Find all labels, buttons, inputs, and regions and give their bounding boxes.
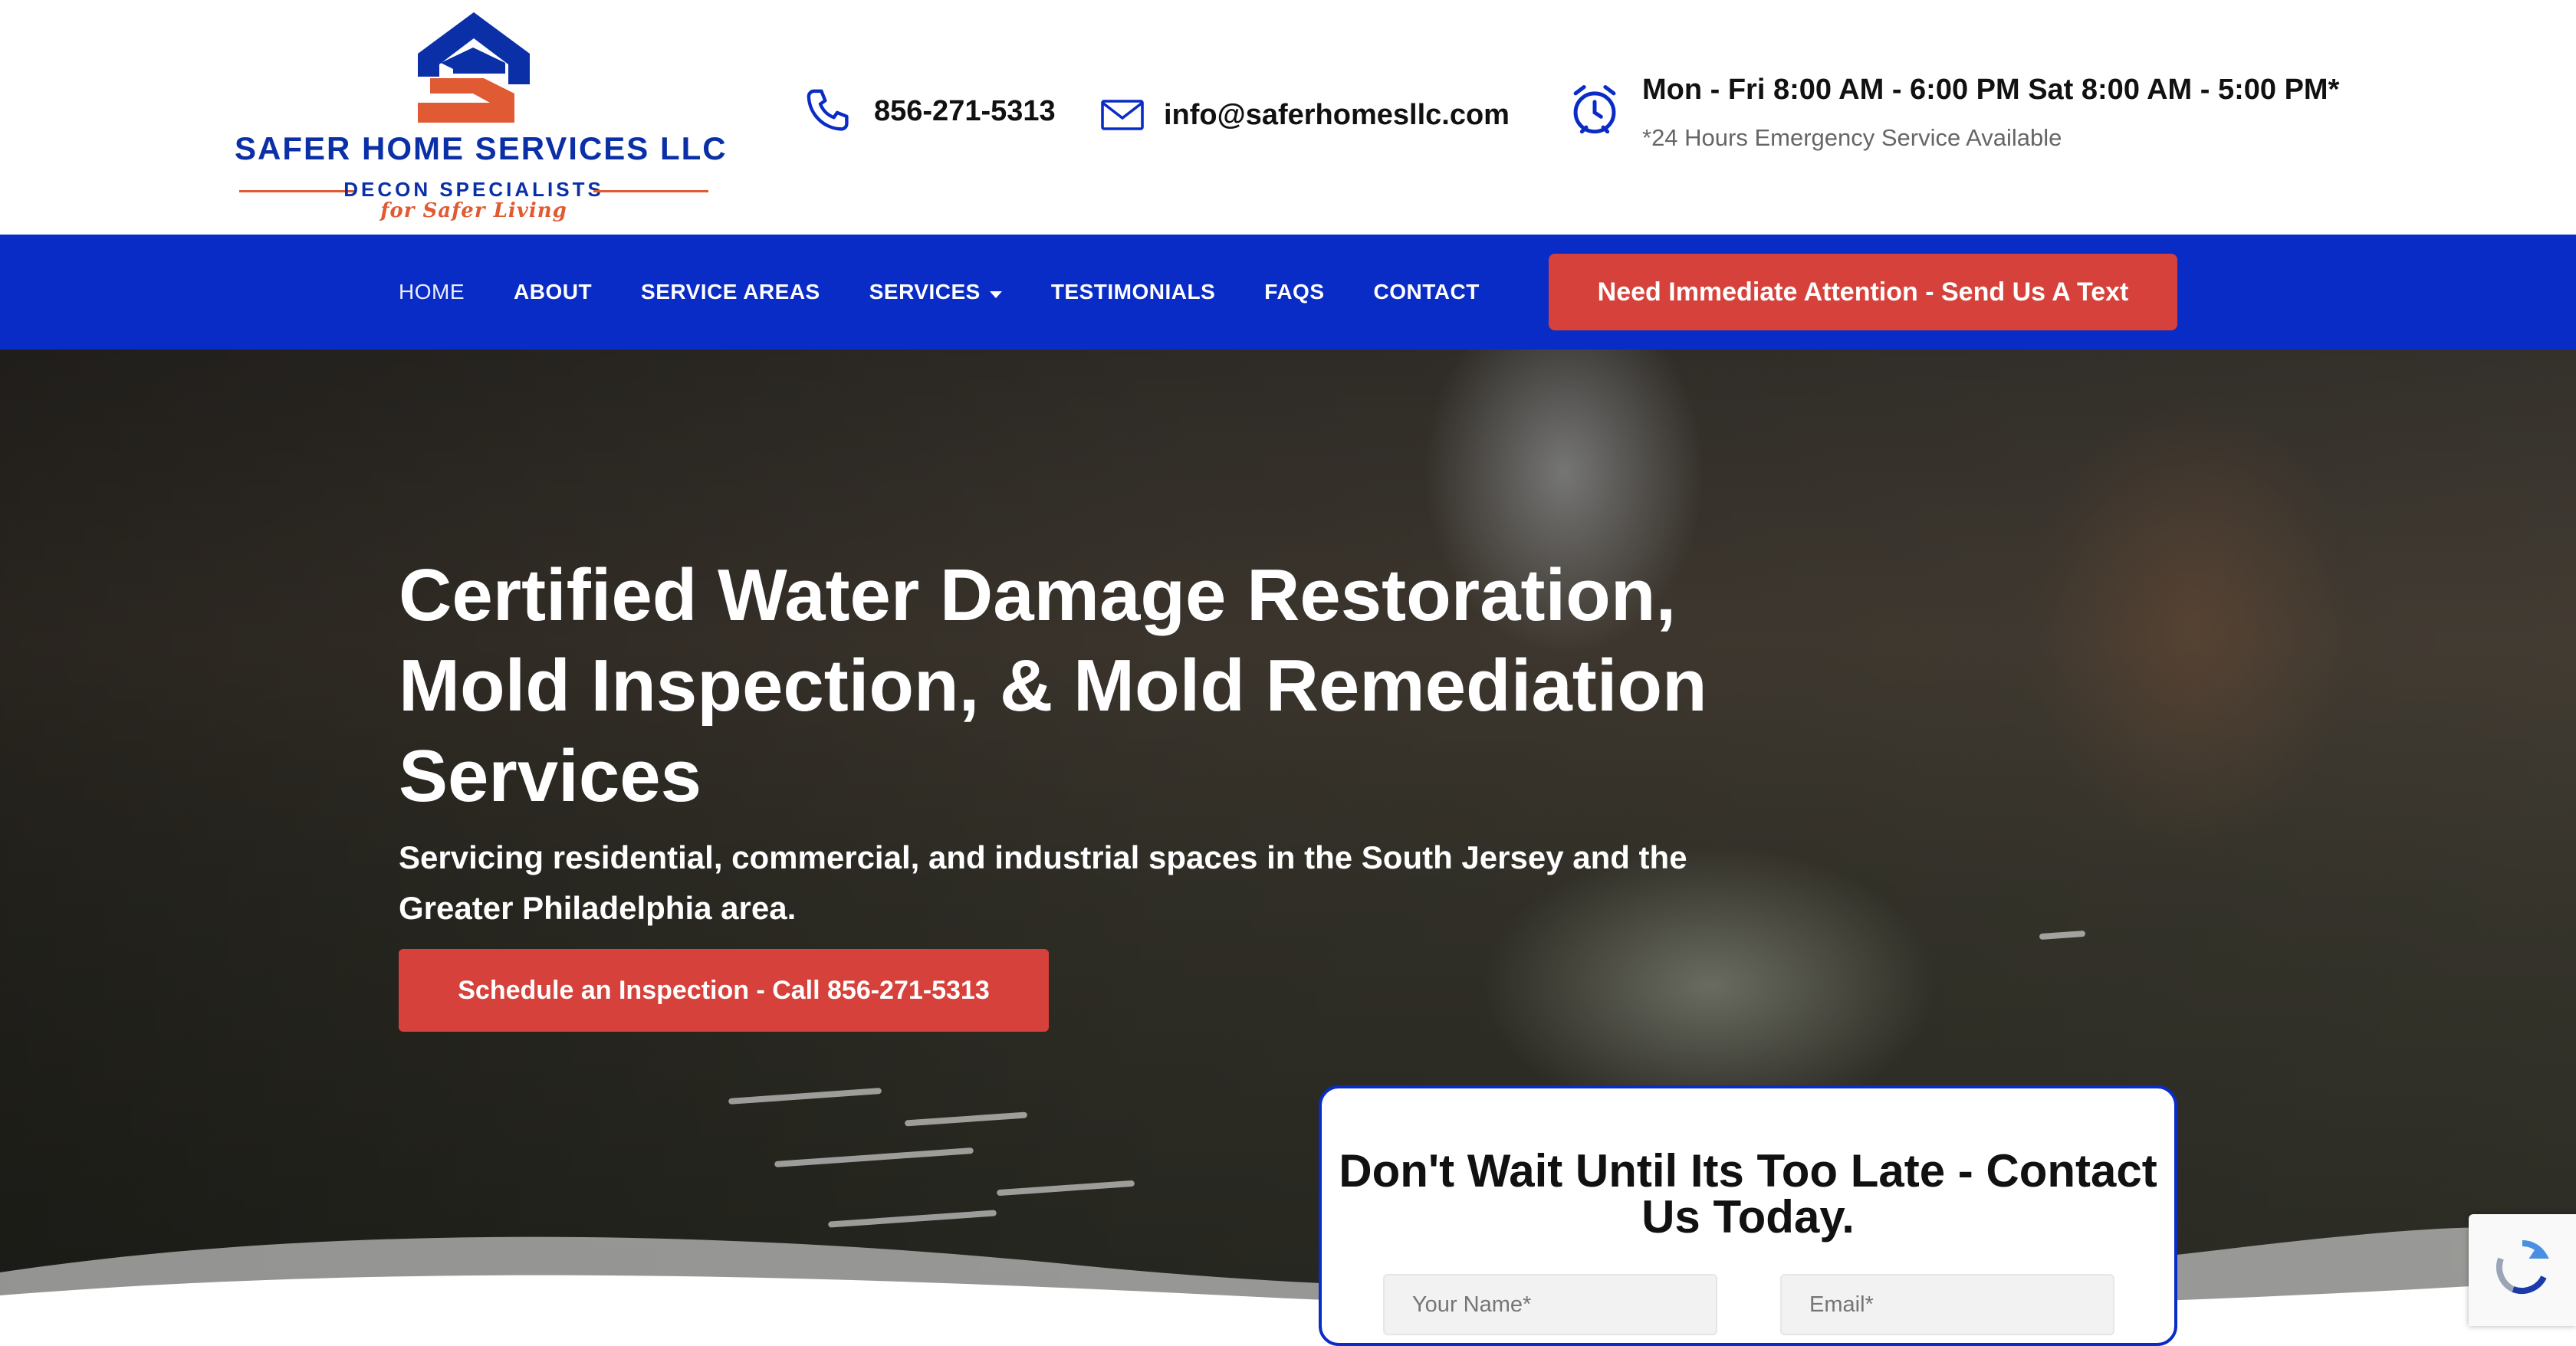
contact-form-title: Don't Wait Until Its Too Late - Contact … <box>1339 1145 2157 1243</box>
hero-wave-divider <box>0 1227 2576 1326</box>
send-text-button[interactable]: Need Immediate Attention - Send Us A Tex… <box>1549 254 2177 330</box>
name-input[interactable] <box>1383 1274 1717 1335</box>
header-email-address[interactable]: info@saferhomesllc.com <box>1164 99 1510 132</box>
email-input[interactable] <box>1780 1274 2114 1335</box>
header-phone-number[interactable]: 856-271-5313 <box>874 95 1056 128</box>
house-logo-icon <box>418 12 530 123</box>
alarm-clock-icon <box>1569 83 1621 138</box>
hero-title: Certified Water Damage Restoration, Mold… <box>399 554 1707 817</box>
nav-services-label: SERVICES <box>869 280 981 304</box>
nav-faqs[interactable]: FAQS <box>1264 280 1324 304</box>
logo-divider <box>593 190 708 192</box>
business-hours: Mon - Fri 8:00 AM - 6:00 PM Sat 8:00 AM … <box>1642 74 2340 106</box>
nav-services[interactable]: SERVICES <box>869 280 1002 304</box>
envelope-icon <box>1101 100 1144 130</box>
nav-testimonials[interactable]: TESTIMONIALS <box>1051 280 1215 304</box>
site-logo[interactable]: SAFER HOME SERVICES LLC DECON SPECIALIST… <box>235 8 728 224</box>
hero-section: Certified Water Damage Restoration, Mold… <box>0 350 2576 1326</box>
phone-icon <box>803 86 854 136</box>
nav-service-areas[interactable]: SERVICE AREAS <box>641 280 820 304</box>
recaptcha-icon <box>2496 1239 2549 1294</box>
schedule-inspection-button[interactable]: Schedule an Inspection - Call 856-271-53… <box>399 949 1049 1032</box>
nav-about[interactable]: ABOUT <box>514 280 592 304</box>
nav-menu: HOME ABOUT SERVICE AREAS SERVICES TESTIM… <box>399 235 1529 350</box>
logo-tagline: for Safer Living <box>380 199 567 222</box>
contact-form-card: Don't Wait Until Its Too Late - Contact … <box>1319 1085 2177 1346</box>
hero-subtitle: Servicing residential, commercial, and i… <box>399 839 1687 926</box>
nav-contact[interactable]: CONTACT <box>1374 280 1480 304</box>
header-email[interactable]: info@saferhomesllc.com <box>1101 92 1510 138</box>
recaptcha-badge[interactable] <box>2469 1214 2576 1326</box>
header-phone[interactable]: 856-271-5313 <box>803 84 1056 138</box>
main-nav: HOME ABOUT SERVICE AREAS SERVICES TESTIM… <box>0 235 2576 350</box>
logo-title: SAFER HOME SERVICES LLC <box>235 130 728 166</box>
caret-down-icon <box>989 291 1002 298</box>
nav-home[interactable]: HOME <box>399 280 465 304</box>
emergency-note: *24 Hours Emergency Service Available <box>1642 124 2062 151</box>
site-header: SAFER HOME SERVICES LLC DECON SPECIALIST… <box>0 0 2576 235</box>
